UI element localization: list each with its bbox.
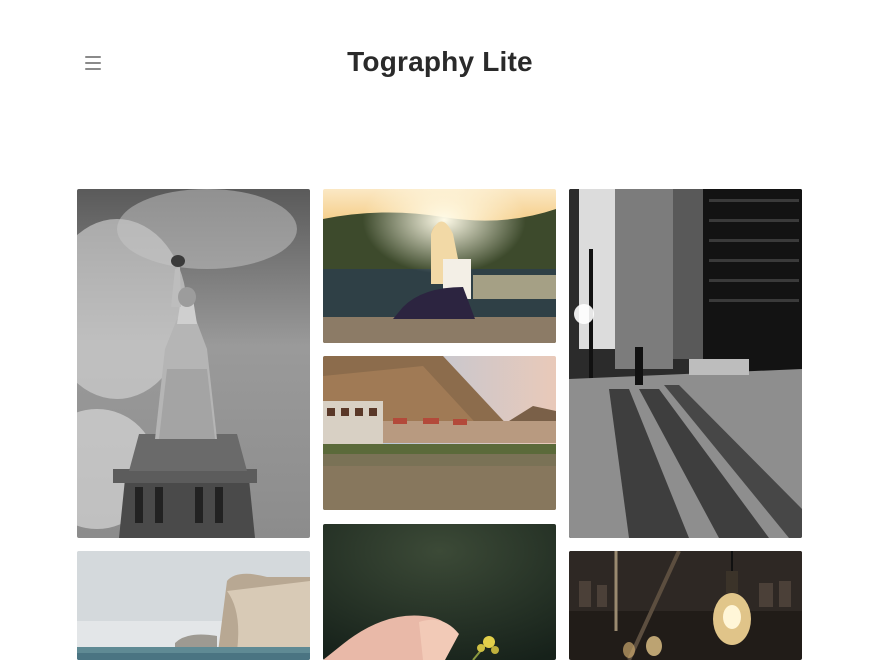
gallery-photo-riverside-town[interactable] [323,356,556,510]
gallery-photo-light-bulb[interactable] [569,551,802,660]
gallery-photo-cliffs-sea[interactable] [77,551,310,660]
gallery-photo-hand-flower[interactable] [323,524,556,660]
site-header: Tography Lite [0,0,880,130]
gallery-photo-statue-of-liberty[interactable] [77,189,310,538]
site-title[interactable]: Tography Lite [0,46,880,78]
gallery-photo-girl-sunset[interactable] [323,189,556,343]
gallery-photo-city-street[interactable] [569,189,802,538]
